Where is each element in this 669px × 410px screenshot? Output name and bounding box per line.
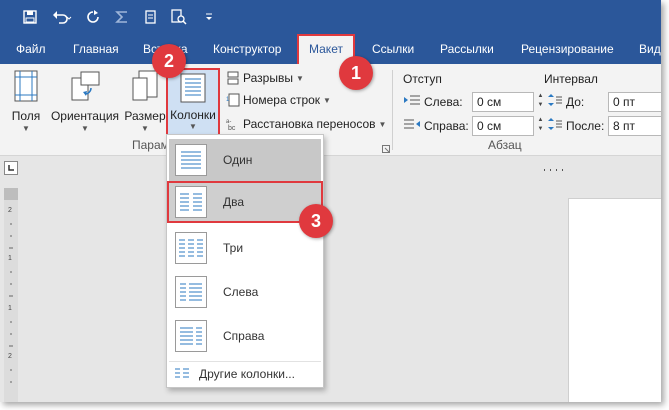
print-preview-icon[interactable] <box>142 7 160 27</box>
breaks-label: Разрывы <box>243 71 293 85</box>
ribbon-tabs: Файл Главная Вставка Конструктор Макет С… <box>0 34 661 64</box>
find-icon[interactable] <box>170 7 188 27</box>
indent-title: Отступ <box>403 72 442 86</box>
indent-left-icon <box>404 94 420 109</box>
group-divider <box>392 70 393 150</box>
tab-home[interactable]: Главная <box>73 34 119 64</box>
chevron-down-icon: ▼ <box>141 124 149 133</box>
size-icon <box>131 70 159 105</box>
spacing-before-icon <box>548 94 562 109</box>
columns-option-right-label: Справа <box>223 329 265 343</box>
indent-right-spinner[interactable]: ▲ ▼ <box>536 116 545 136</box>
vertical-ruler[interactable]: 2 1 1 2 <box>4 188 18 402</box>
undo-icon[interactable] <box>50 7 74 27</box>
sum-icon[interactable] <box>112 7 132 27</box>
spacing-after-label: После: <box>548 118 604 133</box>
columns-option-left[interactable]: Слева <box>169 271 321 313</box>
chevron-down-icon: ▼ <box>378 119 387 129</box>
indent-left-spinner[interactable]: ▲ ▼ <box>536 92 545 112</box>
spacing-after-input[interactable] <box>608 116 661 136</box>
margins-button[interactable]: Поля ▼ <box>6 70 46 133</box>
step-badge-3: 3 <box>299 204 333 238</box>
margins-icon <box>12 70 40 105</box>
orientation-icon <box>69 71 101 105</box>
margins-label: Поля <box>11 109 41 123</box>
svg-text:bc: bc <box>228 125 236 131</box>
save-icon[interactable] <box>20 7 40 27</box>
columns-option-right[interactable]: Справа <box>169 315 321 357</box>
ribbon: Поля ▼ Ориентация ▼ Размер ▼ Колонки ▼ Р… <box>0 64 661 156</box>
spacing-before-input[interactable] <box>608 92 661 112</box>
tab-design[interactable]: Конструктор <box>213 34 281 64</box>
breaks-icon <box>226 71 240 85</box>
document-page[interactable] <box>568 198 661 402</box>
size-button[interactable]: Размер ▼ <box>124 70 166 133</box>
chevron-down-icon: ▼ <box>189 122 197 131</box>
one-column-icon <box>175 144 207 176</box>
columns-option-one-label: Один <box>223 153 253 167</box>
svg-text:2: 2 <box>8 353 12 360</box>
indent-right-input[interactable] <box>472 116 534 136</box>
spacing-after-icon <box>548 118 562 133</box>
indent-left-label: Слева: <box>404 94 463 109</box>
columns-option-three-label: Три <box>223 241 244 255</box>
columns-option-two-label: Два <box>223 195 245 209</box>
columns-option-one[interactable]: Один <box>169 139 321 181</box>
tab-file[interactable]: Файл <box>16 34 46 64</box>
two-columns-icon <box>175 186 207 218</box>
columns-button[interactable]: Колонки ▼ <box>166 68 220 138</box>
spacing-title: Интервал <box>544 72 598 86</box>
title-bar <box>0 0 661 34</box>
tab-selector[interactable] <box>4 161 18 175</box>
tab-references[interactable]: Ссылки <box>372 34 414 64</box>
line-numbers-icon: 1 <box>226 93 240 107</box>
more-columns-item[interactable]: Другие колонки... <box>169 361 321 385</box>
indent-left-input[interactable] <box>472 92 534 112</box>
hyphenation-button[interactable]: a-bc Расстановка переносов ▼ <box>226 114 386 134</box>
step-badge-2: 2 <box>152 44 186 78</box>
orientation-button[interactable]: Ориентация ▼ <box>50 70 120 133</box>
right-column-icon <box>175 320 207 352</box>
chevron-down-icon: ▼ <box>81 124 89 133</box>
columns-option-left-label: Слева <box>223 285 259 299</box>
tab-view[interactable]: Вид <box>639 34 661 64</box>
word-window: Файл Главная Вставка Конструктор Макет С… <box>0 0 661 402</box>
hyphenation-icon: a-bc <box>226 117 240 132</box>
spacing-before-label: До: <box>548 94 584 109</box>
chevron-down-icon: ▼ <box>295 73 304 83</box>
columns-icon <box>168 73 218 106</box>
orientation-label: Ориентация <box>50 109 120 123</box>
chevron-down-icon: ▼ <box>323 95 331 105</box>
indent-right-label: Справа: <box>404 118 469 133</box>
line-numbers-button[interactable]: 1 Номера строк ▼ <box>226 90 331 110</box>
columns-option-three[interactable]: Три <box>169 227 321 269</box>
indent-right-icon <box>404 118 420 133</box>
customize-icon[interactable] <box>202 7 216 27</box>
svg-text:1: 1 <box>8 305 12 312</box>
step-badge-1: 1 <box>339 56 373 90</box>
breaks-button[interactable]: Разрывы ▼ <box>226 68 304 88</box>
svg-text:1: 1 <box>8 255 12 262</box>
tab-mailings[interactable]: Рассылки <box>440 34 494 64</box>
three-columns-icon <box>175 232 207 264</box>
size-label: Размер <box>124 109 166 123</box>
hyphenation-label: Расстановка переносов <box>243 117 376 131</box>
tab-review[interactable]: Рецензирование <box>521 34 614 64</box>
paragraph-group-label: Абзац <box>488 138 522 152</box>
chevron-down-icon: ▼ <box>22 124 30 133</box>
dialog-launcher-icon[interactable] <box>382 142 390 156</box>
horizontal-ruler[interactable] <box>540 164 661 174</box>
svg-text:2: 2 <box>8 207 12 214</box>
page-setup-group-label: Парам <box>132 138 169 152</box>
columns-label: Колонки <box>170 108 216 122</box>
line-numbers-label: Номера строк <box>243 93 321 107</box>
columns-dropdown: Один Два Три Слева Справа Другие колонки… <box>166 134 324 388</box>
left-column-icon <box>175 276 207 308</box>
more-columns-label: Другие колонки... <box>199 366 295 381</box>
redo-icon[interactable] <box>84 7 102 27</box>
more-columns-icon <box>175 367 189 381</box>
